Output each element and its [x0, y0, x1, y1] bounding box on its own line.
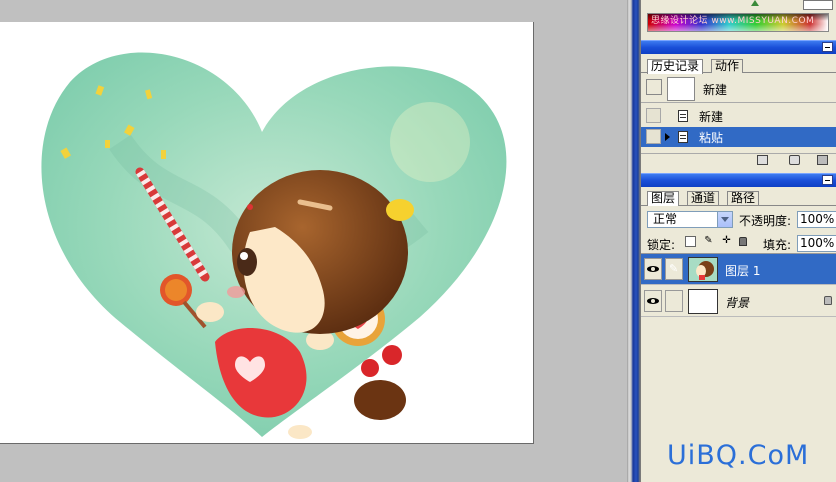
layer-row-background[interactable]: 背景	[641, 286, 836, 317]
history-brush-box[interactable]	[646, 129, 661, 144]
panel-menu-button[interactable]	[822, 42, 833, 52]
color-panel: 思缘设计论坛 www.MISSYUAN.COM	[641, 0, 836, 37]
document-canvas[interactable]	[0, 22, 534, 444]
layer-name: 图层 1	[725, 264, 761, 278]
history-state-icon	[678, 131, 688, 143]
document-workspace	[0, 0, 627, 482]
lock-pixels-brush-icon[interactable]: ✎	[703, 236, 714, 247]
history-state-icon	[678, 110, 688, 122]
eye-icon	[647, 298, 659, 304]
layer-name: 背景	[725, 296, 750, 310]
fill-label: 填充:	[763, 238, 792, 252]
layer-link-box[interactable]: ✎	[665, 258, 683, 280]
history-state-selected[interactable]: 粘贴	[641, 127, 836, 147]
canvas-artwork	[41, 52, 507, 439]
color-value-field[interactable]	[803, 0, 833, 10]
tab-paths[interactable]: 路径	[727, 191, 760, 205]
layer-link-box[interactable]	[665, 290, 683, 312]
tab-actions[interactable]: 动作	[711, 59, 744, 73]
lock-transparency-icon[interactable]	[685, 236, 696, 247]
layer-row-layer1[interactable]: ✎ 图层 1	[641, 254, 836, 285]
tab-channels[interactable]: 通道	[687, 191, 720, 205]
site-watermark: UiBQ.CoM	[667, 440, 810, 471]
layers-panel-titlebar[interactable]	[641, 173, 836, 187]
history-current-arrow-icon	[665, 133, 670, 141]
history-state-label: 新建	[699, 110, 724, 124]
lock-position-move-icon[interactable]: ✛	[721, 236, 732, 247]
layer-thumbnail-art	[696, 261, 714, 280]
opacity-label: 不透明度:	[739, 214, 792, 228]
lock-all-icon[interactable]	[739, 237, 747, 246]
paintbrush-icon: ✎	[669, 262, 679, 275]
snapshot-thumbnail	[667, 77, 695, 101]
blend-mode-value: 正常	[653, 212, 678, 226]
trash-icon[interactable]	[817, 155, 828, 165]
history-tab-row: 历史记录 动作	[641, 57, 836, 74]
history-snapshot[interactable]: 新建	[641, 75, 836, 103]
visibility-toggle[interactable]	[644, 290, 662, 312]
layers-tab-row: 图层 通道 路径	[641, 189, 836, 206]
panel-dock: 思缘设计论坛 www.MISSYUAN.COM 历史记录 动作 新建 新建 粘贴…	[641, 0, 836, 482]
layer-thumbnail	[688, 289, 718, 314]
lock-label: 锁定:	[647, 238, 676, 252]
blend-mode-select[interactable]: 正常	[647, 211, 733, 228]
panel-dock-divider[interactable]	[627, 0, 641, 482]
color-slider-marker-icon[interactable]	[751, 0, 759, 6]
history-brush-box[interactable]	[646, 108, 661, 123]
fill-field[interactable]: 100%	[797, 235, 836, 252]
eye-icon	[647, 266, 659, 272]
layer-thumbnail	[688, 257, 718, 282]
history-state-label: 粘贴	[699, 131, 724, 145]
tab-history[interactable]: 历史记录	[647, 59, 704, 74]
lock-icon	[824, 296, 832, 305]
new-document-icon[interactable]	[757, 155, 768, 165]
snapshot-label: 新建	[703, 83, 728, 97]
chevron-down-icon[interactable]	[717, 212, 732, 227]
tab-layers[interactable]: 图层	[647, 191, 680, 206]
history-list-spacer	[641, 147, 836, 152]
panel-menu-button[interactable]	[822, 175, 833, 185]
history-footer	[641, 153, 836, 167]
camera-icon[interactable]	[789, 155, 800, 165]
history-state[interactable]: 新建	[641, 105, 836, 127]
history-panel-titlebar[interactable]	[641, 40, 836, 54]
forum-watermark: 思缘设计论坛 www.MISSYUAN.COM	[651, 16, 815, 26]
visibility-toggle[interactable]	[644, 258, 662, 280]
history-brush-source-icon[interactable]	[646, 79, 662, 95]
opacity-field[interactable]: 100%	[797, 211, 836, 228]
